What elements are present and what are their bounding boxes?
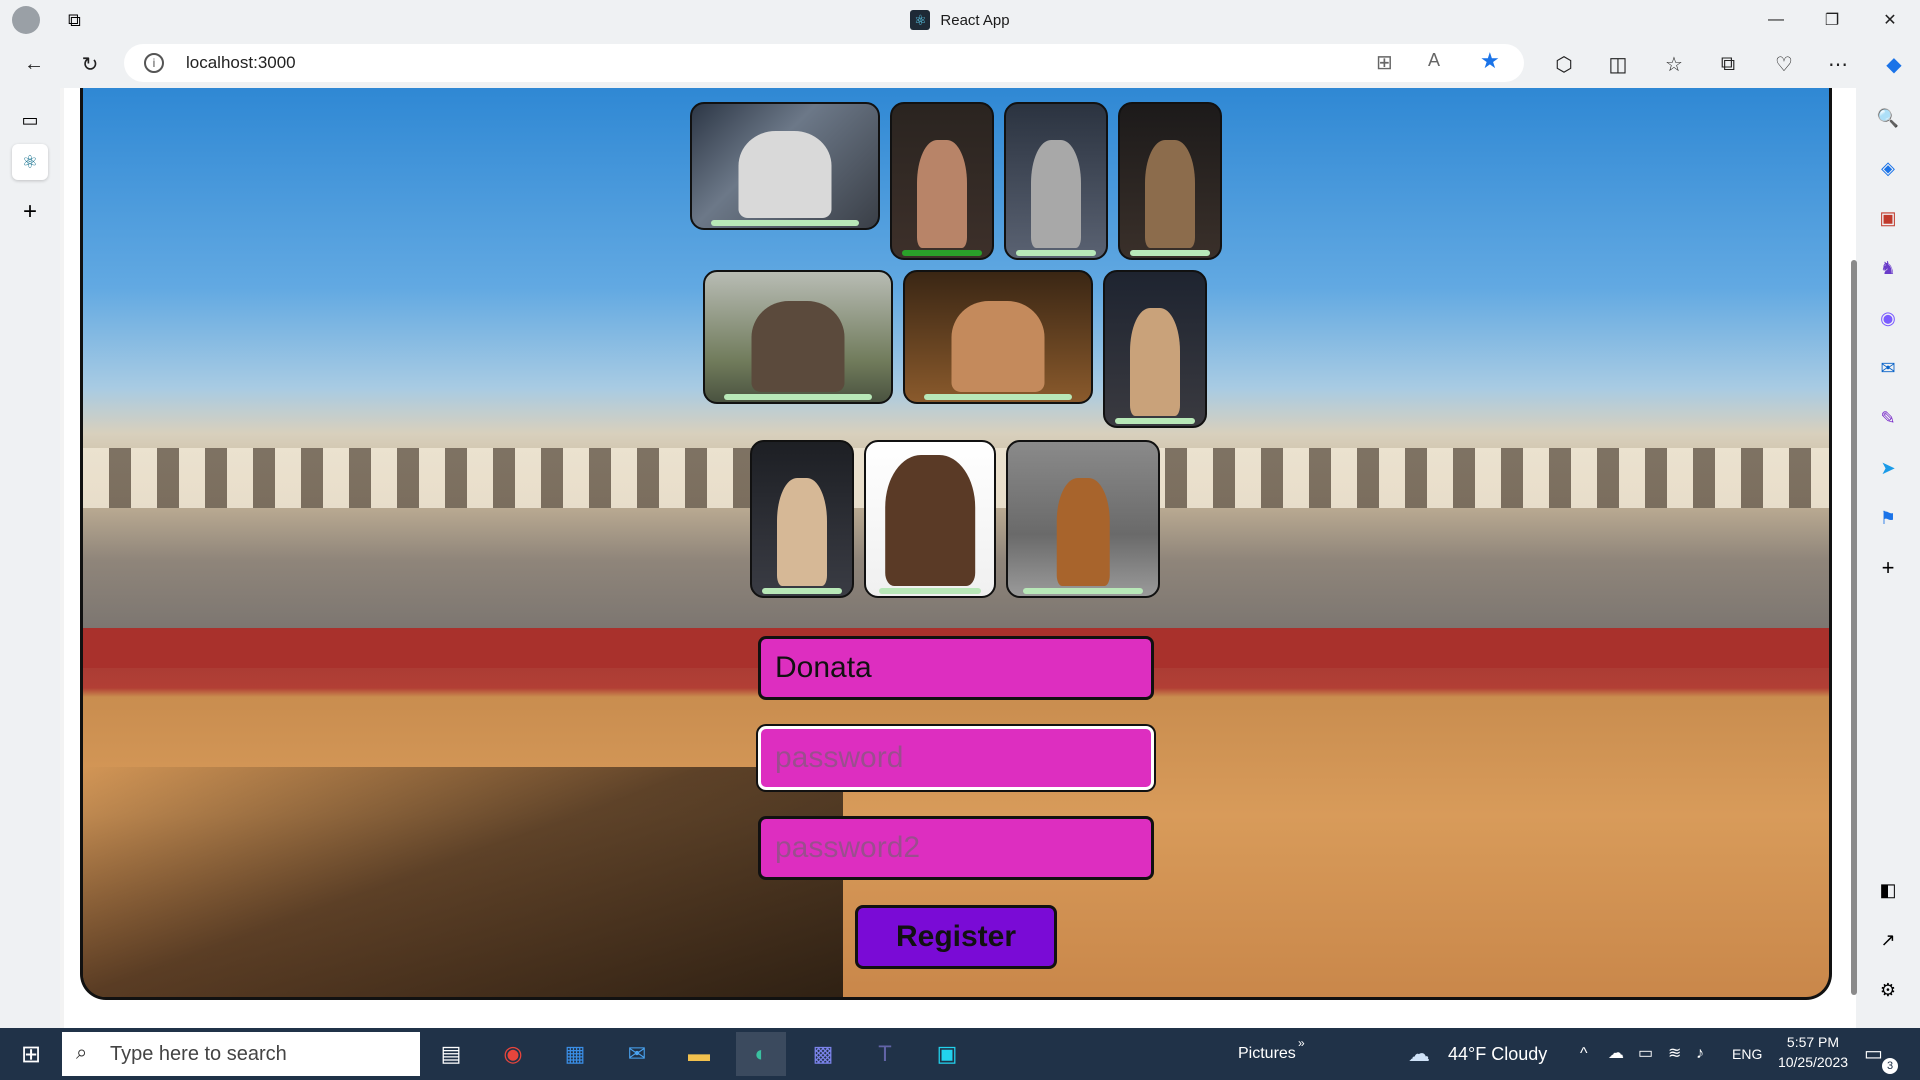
favorites-icon[interactable]: ☆ xyxy=(1656,46,1692,82)
flag-icon[interactable]: ⚑ xyxy=(1870,500,1906,536)
username-input[interactable] xyxy=(761,639,1151,697)
microsoft-365-icon[interactable]: ◉ xyxy=(1870,300,1906,336)
browser-essentials-icon[interactable]: ♡ xyxy=(1766,46,1802,82)
url-text: localhost:3000 xyxy=(186,53,296,72)
password-field[interactable] xyxy=(758,726,1154,790)
site-info-icon[interactable]: i xyxy=(144,53,164,73)
designer-icon[interactable]: ✎ xyxy=(1870,400,1906,436)
warrior-card[interactable] xyxy=(1103,270,1207,428)
windows-start-icon[interactable]: ⊞ xyxy=(6,1032,56,1076)
title-bar: ⧉ ⚛ React App — ❐ ✕ xyxy=(0,0,1920,40)
notifications-icon[interactable]: ▭ xyxy=(1864,1028,1883,1080)
warrior-card[interactable] xyxy=(1006,440,1160,598)
show-hidden-icon[interactable]: ^ xyxy=(1580,1028,1588,1080)
address-bar[interactable]: i localhost:3000 ⊞ A ★ xyxy=(124,44,1524,82)
webstorm-icon[interactable]: ▣ xyxy=(922,1032,972,1076)
read-aloud-icon[interactable]: A xyxy=(1428,50,1440,71)
warrior-card[interactable] xyxy=(903,270,1093,404)
shopping-icon[interactable]: ◈ xyxy=(1870,150,1906,186)
page-scrollbar[interactable] xyxy=(1848,100,1860,1000)
arena-shadow xyxy=(83,767,843,997)
vertical-tabs-bar: ▭ ⚛ + xyxy=(0,88,60,1028)
search-icon: ⌕ xyxy=(76,1042,88,1064)
new-tab-icon[interactable]: + xyxy=(12,194,48,230)
taskbar-search-placeholder: Type here to search xyxy=(110,1043,287,1065)
teams-icon[interactable]: T xyxy=(860,1032,910,1076)
favorite-star-icon[interactable]: ★ xyxy=(1480,48,1500,74)
edge-icon[interactable]: ◐ xyxy=(736,1032,786,1076)
search-icon[interactable]: 🔍 xyxy=(1870,100,1906,136)
register-button[interactable]: Register xyxy=(855,905,1057,969)
settings-gear-icon[interactable]: ⚙ xyxy=(1870,972,1906,1008)
add-sidebar-icon[interactable]: + xyxy=(1870,550,1906,586)
notifications-count: 3 xyxy=(1882,1058,1898,1074)
hide-sidebar-icon[interactable]: ◧ xyxy=(1870,872,1906,908)
window-title: React App xyxy=(940,11,1010,29)
battery-icon[interactable]: ▭ xyxy=(1638,1028,1653,1080)
password2-field[interactable] xyxy=(758,816,1154,880)
warrior-card[interactable] xyxy=(703,270,893,404)
store-icon[interactable]: ▦ xyxy=(550,1032,600,1076)
teams-new-icon[interactable]: ▩ xyxy=(798,1032,848,1076)
refresh-icon[interactable]: ↻ xyxy=(72,46,108,82)
pictures-label[interactable]: Pictures xyxy=(1238,1028,1296,1080)
warrior-card[interactable] xyxy=(750,440,854,598)
taskbar-search[interactable]: ⌕ Type here to search xyxy=(62,1032,420,1076)
edge-sidebar: 🔍 ◈ ▣ ♞ ◉ ✉ ✎ ➤ ⚑ + ◧ ↗ ⚙ xyxy=(1856,88,1920,1028)
volume-icon[interactable]: ♪ xyxy=(1696,1028,1704,1080)
password-input[interactable] xyxy=(761,729,1151,787)
mail-icon[interactable]: ✉ xyxy=(612,1032,662,1076)
games-icon[interactable]: ♞ xyxy=(1870,250,1906,286)
clock-date: 10/25/2023 xyxy=(1777,1054,1849,1070)
language-indicator[interactable]: ENG xyxy=(1732,1028,1762,1080)
app-available-icon[interactable]: ⊞ xyxy=(1376,50,1393,75)
warrior-card[interactable] xyxy=(1004,102,1108,260)
copilot-icon[interactable]: ◆ xyxy=(1876,46,1912,82)
chrome-icon[interactable]: ◉ xyxy=(488,1032,538,1076)
minimize-button[interactable]: — xyxy=(1748,0,1804,40)
back-icon[interactable]: ← xyxy=(16,46,52,82)
warrior-card[interactable] xyxy=(864,440,996,598)
warrior-card[interactable] xyxy=(1118,102,1222,260)
clock-time: 5:57 PM xyxy=(1786,1034,1840,1050)
telegram-icon[interactable]: ➤ xyxy=(1870,450,1906,486)
tab-actions-icon[interactable]: ▭ xyxy=(12,102,48,138)
onedrive-icon[interactable]: ☁ xyxy=(1608,1028,1624,1080)
react-app-icon: ⚛ xyxy=(910,10,931,30)
collections-icon[interactable]: ⧉ xyxy=(1710,46,1746,82)
weather-text[interactable]: 44°F Cloudy xyxy=(1448,1028,1547,1080)
username-field[interactable] xyxy=(758,636,1154,700)
maximize-button[interactable]: ❐ xyxy=(1804,0,1860,40)
task-view-icon[interactable]: ▤ xyxy=(426,1032,476,1076)
tools-icon[interactable]: ▣ xyxy=(1870,200,1906,236)
password2-input[interactable] xyxy=(761,819,1151,877)
outlook-icon[interactable]: ✉ xyxy=(1870,350,1906,386)
more-icon[interactable]: ⋯ xyxy=(1820,46,1856,82)
wifi-icon[interactable]: ≋ xyxy=(1668,1028,1681,1080)
tab-react-app[interactable]: ⚛ xyxy=(12,144,48,180)
extensions-icon[interactable]: ⬡ xyxy=(1546,46,1582,82)
split-screen-icon[interactable]: ◫ xyxy=(1600,46,1636,82)
cloudy-icon: ☁ xyxy=(1408,1041,1430,1066)
expand-toolbar-icon[interactable]: » xyxy=(1298,1028,1305,1080)
clock[interactable]: 5:57 PM 10/25/2023 xyxy=(1768,1030,1858,1078)
close-button[interactable]: ✕ xyxy=(1862,0,1918,40)
warrior-card[interactable] xyxy=(890,102,994,260)
file-explorer-icon[interactable]: ▬ xyxy=(674,1032,724,1076)
open-external-icon[interactable]: ↗ xyxy=(1870,922,1906,958)
warrior-card[interactable] xyxy=(690,102,880,230)
